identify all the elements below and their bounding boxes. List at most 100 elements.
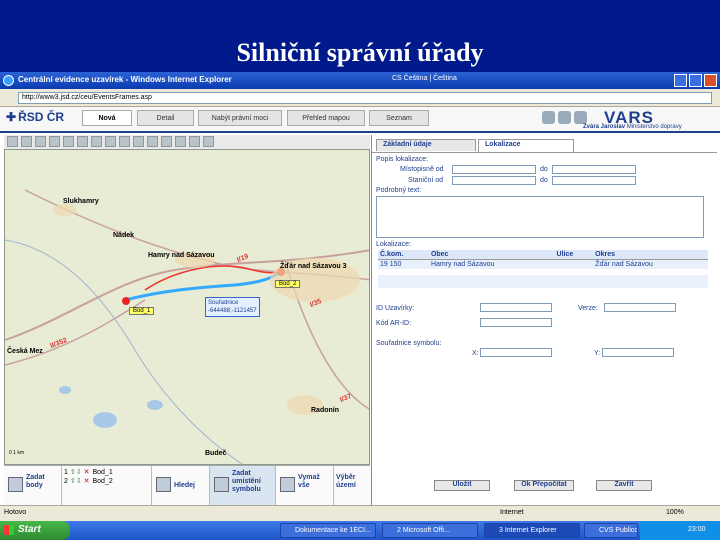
- table-filler: [378, 275, 708, 288]
- version-input[interactable]: [604, 303, 676, 312]
- help-icon[interactable]: [574, 111, 587, 124]
- settings-icon[interactable]: [558, 111, 571, 124]
- map-tool-icon[interactable]: [147, 136, 158, 147]
- x-input[interactable]: [480, 348, 552, 357]
- list-item[interactable]: 1 ⇧⇩ ✕ Bod_1: [64, 468, 113, 477]
- place-from-label: Místopisně od: [400, 166, 444, 173]
- select-area-button[interactable]: Výběr území: [334, 466, 370, 506]
- place-from-input[interactable]: [452, 165, 536, 174]
- rsd-logo: ✚ ŘSD ČR: [6, 110, 64, 124]
- tab-lokalizace[interactable]: Lokalizace: [478, 139, 574, 152]
- delete-icon[interactable]: ✕: [84, 478, 90, 485]
- version-label: Verze:: [578, 305, 598, 312]
- detail-textarea[interactable]: [376, 196, 704, 238]
- taskbar-item[interactable]: Dokumentace ke 1ECI...: [280, 523, 376, 538]
- pond: [147, 400, 163, 410]
- to-label: do: [540, 177, 548, 184]
- find-button[interactable]: Hledej: [152, 466, 210, 506]
- tab-zakladni-udaje[interactable]: Základní údaje: [376, 139, 476, 151]
- add-symbol-label: Zadat umístění symbolu: [232, 470, 261, 493]
- map-bottom-tools: Zadat body Hledej Zadat umístění symbolu…: [4, 465, 370, 506]
- address-input[interactable]: http://www3.jsd.cz/ceu/EventsFrames.asp: [18, 92, 712, 104]
- place-to-input[interactable]: [552, 165, 636, 174]
- browser-status-bar: Hotovo Internet 100%: [0, 505, 720, 521]
- pond: [93, 412, 117, 428]
- map-tool-icon[interactable]: [77, 136, 88, 147]
- close-button[interactable]: Zavřít: [596, 480, 652, 491]
- add-points-icon: [8, 477, 23, 492]
- map-tool-icon[interactable]: [35, 136, 46, 147]
- map-tool-icon[interactable]: [119, 136, 130, 147]
- user-name: Zvára Jaroslav: [583, 124, 626, 130]
- minimize-icon[interactable]: [674, 74, 687, 87]
- taskbar-item[interactable]: 2 Microsoft Offi...: [382, 523, 478, 538]
- map-view[interactable]: Slukhamry Nádek Hamry nad Sázavou Žďár n…: [4, 149, 370, 465]
- app-tool-icons: [542, 111, 587, 124]
- map-tool-icon[interactable]: [105, 136, 116, 147]
- y-label: Y:: [594, 350, 601, 357]
- tab-prehled-mapou[interactable]: Přehled mapou: [287, 110, 365, 126]
- list-item[interactable]: 2 ⇧⇩ ✕ Bod_2: [64, 477, 113, 486]
- map-tool-icon[interactable]: [203, 136, 214, 147]
- tab-pravni-moc[interactable]: Nabýt právní moci: [198, 110, 282, 126]
- column-header: Obec: [428, 250, 555, 260]
- y-input[interactable]: [602, 348, 674, 357]
- taskbar-item[interactable]: CVS Publico...: [584, 523, 638, 538]
- language-toolbar[interactable]: CS Čeština | Čeština: [392, 75, 457, 82]
- map-tool-icon[interactable]: [91, 136, 102, 147]
- tab-detail[interactable]: Detail: [137, 110, 194, 126]
- map-tool-icon[interactable]: [189, 136, 200, 147]
- cross-icon: ✚: [6, 110, 17, 124]
- map-place: Česká Mez: [7, 348, 43, 355]
- map-tool-icon[interactable]: [63, 136, 74, 147]
- window-controls: [674, 74, 717, 87]
- delete-all-button[interactable]: Vymaž vše: [276, 466, 334, 506]
- tab-seznam[interactable]: Seznam: [369, 110, 429, 126]
- station-to-input[interactable]: [552, 176, 636, 185]
- station-from-label: Staniční od: [408, 177, 444, 184]
- delete-all-icon: [280, 477, 295, 492]
- map-place: Slukhamry: [63, 198, 99, 205]
- column-header: Č.kom.: [378, 250, 429, 260]
- map-tool-icon[interactable]: [175, 136, 186, 147]
- maximize-icon[interactable]: [689, 74, 702, 87]
- x-label: X:: [472, 350, 479, 357]
- recalculate-button[interactable]: Ok Přepočítat: [514, 480, 574, 491]
- select-area-label: Výběr území: [336, 474, 356, 489]
- detail-text-label: Podrobný text:: [376, 187, 422, 194]
- id-closure-input[interactable]: [480, 303, 552, 312]
- column-header: Ulice: [554, 250, 594, 260]
- browser-title-bar: Centrální evidence uzavírek - Windows In…: [0, 72, 720, 89]
- taskbar-item[interactable]: 3 Internet Explorer: [484, 523, 580, 538]
- table-row[interactable]: 19 150 Hamry nad Sázavou Žďár nad Sázavo…: [378, 259, 708, 269]
- map-tool-icon[interactable]: [133, 136, 144, 147]
- kod-input[interactable]: [480, 318, 552, 327]
- station-from-input[interactable]: [452, 176, 536, 185]
- add-symbol-icon: [214, 477, 229, 492]
- rsd-brand: ŘSD ČR: [18, 110, 65, 124]
- add-points-button[interactable]: Zadat body: [4, 466, 62, 506]
- zoom-level[interactable]: 100%: [666, 509, 684, 516]
- add-symbol-button[interactable]: Zadat umístění symbolu: [210, 466, 276, 506]
- start-button[interactable]: Start: [0, 521, 70, 540]
- close-icon[interactable]: [704, 74, 717, 87]
- map-tool-icon[interactable]: [7, 136, 18, 147]
- up-down-arrow-icon[interactable]: ⇧⇩: [70, 478, 82, 485]
- map-tool-icon[interactable]: [161, 136, 172, 147]
- bod1-label: Bod_1: [129, 307, 155, 315]
- bod1-marker[interactable]: [122, 297, 130, 305]
- map-tool-icon[interactable]: [21, 136, 32, 147]
- address-bar: http://www3.jsd.cz/ceu/EventsFrames.asp: [0, 89, 720, 107]
- pond: [59, 386, 71, 394]
- up-down-arrow-icon[interactable]: ⇧⇩: [70, 469, 82, 476]
- tab-nova[interactable]: Nová: [82, 110, 132, 126]
- save-button[interactable]: Uložit: [434, 480, 490, 491]
- table-cell: 19 150: [378, 259, 429, 269]
- delete-icon[interactable]: ✕: [84, 469, 90, 476]
- print-icon[interactable]: [542, 111, 555, 124]
- map-place: Radonín: [311, 407, 339, 414]
- bod2-label: Bod_2: [275, 280, 301, 288]
- coordinate-tooltip: Souřadnice -644488;-1121457: [205, 297, 260, 317]
- map-tool-icon[interactable]: [49, 136, 60, 147]
- map-place: Hamry nad Sázavou: [148, 252, 215, 259]
